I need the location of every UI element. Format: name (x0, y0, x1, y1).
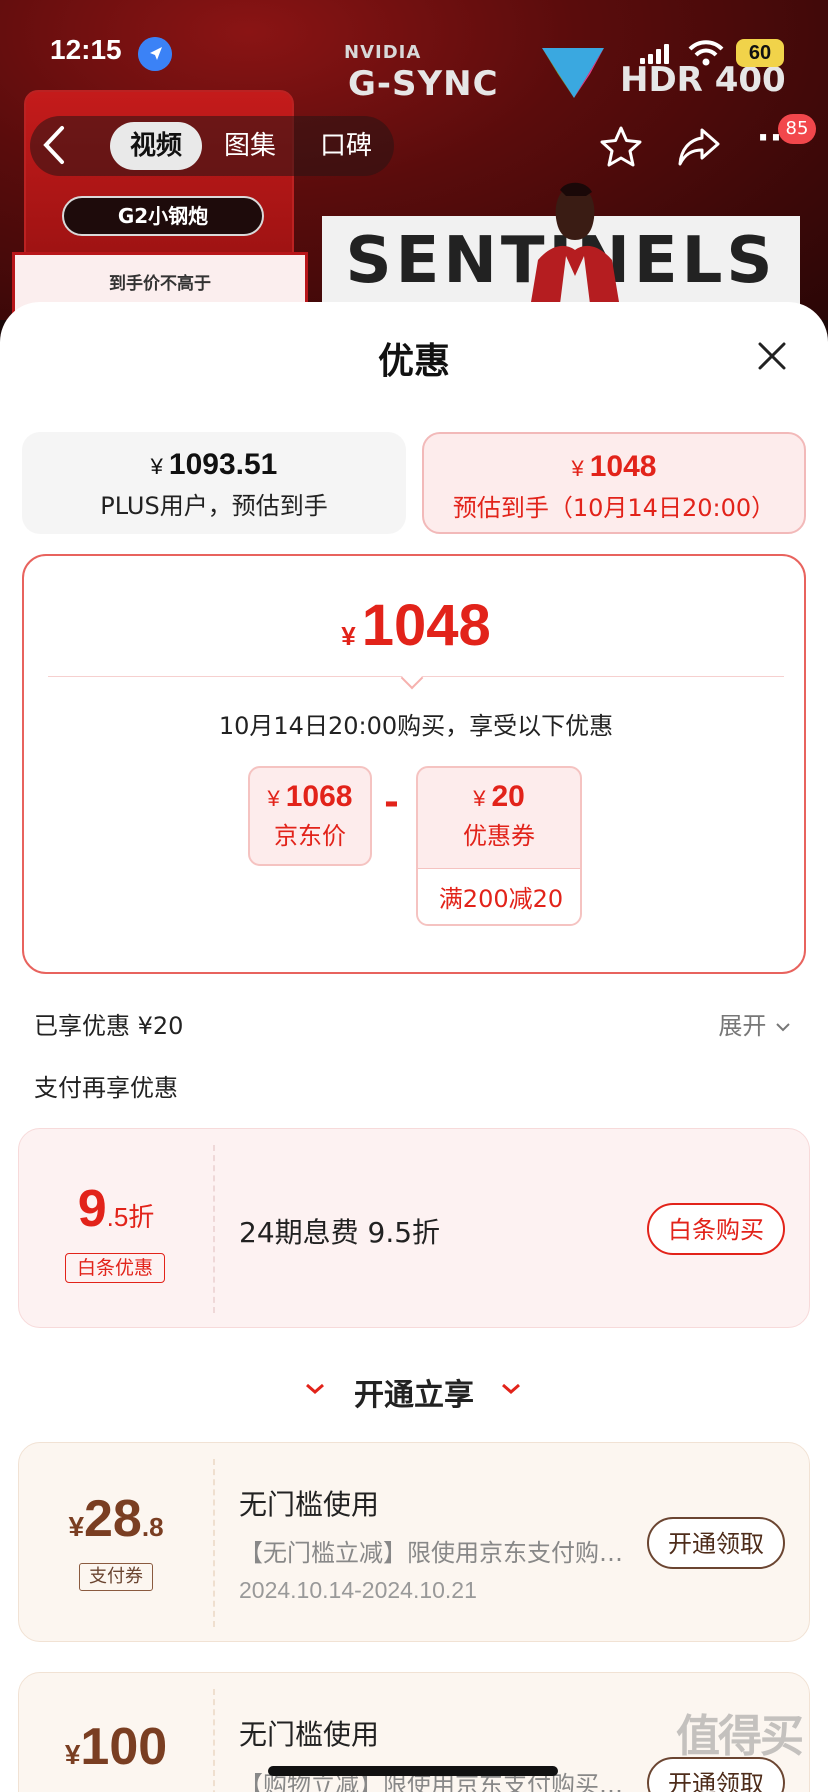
card-separator (213, 1689, 215, 1792)
jd-price-label: 京东价 (274, 822, 346, 850)
tab-reviews[interactable]: 口碑 (306, 116, 386, 176)
coupon-amount-int: 100 (80, 1718, 168, 1776)
favorite-star-icon[interactable] (598, 124, 644, 170)
discount-sheet: 优惠 ¥1093.51 PLUS用户，预估到手 ¥1048 预估到手（10月14… (0, 302, 828, 1792)
currency-symbol: ¥ (150, 454, 163, 479)
coupon-label: 优惠券 (463, 822, 535, 850)
coupon-chip: ¥20 优惠券 满200减20 (416, 766, 582, 926)
divider-notch (400, 666, 424, 690)
jd-price-chip: ¥1068 京东价 (248, 766, 372, 866)
coupon-date: 2024.10.14-2024.10.21 (239, 1577, 477, 1603)
price-option-plus[interactable]: ¥1093.51 PLUS用户，预估到手 (22, 432, 406, 534)
watermark: 值得买 (676, 1711, 804, 1762)
coupon-amount: ¥28.8 (19, 1489, 213, 1549)
section-title: 开通立享 (354, 1378, 474, 1413)
currency-symbol: ¥ (267, 786, 280, 811)
coupon-title: 无门槛使用 (239, 1488, 380, 1521)
sheet-title: 优惠 (377, 341, 450, 382)
tab-gallery[interactable]: 图集 (210, 116, 290, 176)
rate-main: 9 (77, 1180, 107, 1238)
activate-claim-button[interactable]: 开通领取 (647, 1517, 785, 1569)
promo-paper-text: 到手价不高于 (109, 274, 211, 294)
pay-more-heading: 支付再享优惠 (34, 1074, 178, 1102)
option-subtitle: 预估到手（10月14日20:00） (452, 494, 776, 522)
currency-symbol: ¥ (68, 1511, 85, 1542)
chevron-down-icon (776, 1023, 790, 1032)
message-count-badge: 85 (778, 114, 816, 144)
nvidia-logo-text: NVIDIA (344, 42, 422, 63)
close-icon[interactable] (752, 336, 792, 376)
battery-indicator: 60 (736, 39, 784, 67)
enjoyed-discount: 已享优惠 ¥20 (34, 1012, 184, 1040)
wifi-icon (688, 40, 724, 66)
baitiao-tag: 白条优惠 (65, 1253, 165, 1283)
jd-price-value: 1068 (285, 780, 353, 813)
character-figure (528, 182, 622, 320)
baitiao-offer-card: 9.5折 白条优惠 24期息费 9.5折 白条购买 (18, 1128, 810, 1328)
coupon-condition: 满200减20 (418, 868, 580, 924)
price-option-scheduled[interactable]: ¥1048 预估到手（10月14日20:00） (422, 432, 806, 534)
option-price: 1093.51 (168, 448, 278, 481)
promo-name-pill: G2小钢炮 (62, 196, 264, 236)
currency-symbol: ¥ (473, 786, 486, 811)
vesa-certified-logo (542, 48, 604, 98)
baitiao-rate: 9.5折 (19, 1179, 213, 1239)
currency-symbol: ¥ (64, 1739, 81, 1770)
option-price: 1048 (589, 450, 657, 483)
purchase-note: 10月14日20:00购买，享受以下优惠 (218, 712, 614, 740)
back-arrow-icon[interactable] (34, 120, 74, 170)
cellular-signal-icon (640, 44, 669, 64)
expand-toggle[interactable]: 展开 (718, 1006, 792, 1041)
option-subtitle: PLUS用户，预估到手 (100, 492, 328, 520)
home-indicator[interactable] (268, 1766, 558, 1776)
payment-coupon-card: ¥28.8 支付券 无门槛使用 【无门槛立减】限使用京东支付购买指定商品 202… (18, 1442, 810, 1642)
tab-video[interactable]: 视频 (110, 122, 202, 170)
rate-sub: .5折 (106, 1202, 155, 1232)
coupon-desc: 【无门槛立减】限使用京东支付购买指定商品 (239, 1539, 639, 1567)
baitiao-desc: 24期息费 9.5折 (239, 1216, 441, 1249)
minus-sign: - (384, 782, 399, 823)
price-breakdown-box: ¥1048 10月14日20:00购买，享受以下优惠 ¥1068 京东价 - ¥… (22, 554, 806, 974)
status-time: 12:15 (50, 34, 122, 65)
gsync-logo-text: G-SYNC (348, 64, 499, 104)
expand-label: 展开 (718, 1012, 767, 1040)
final-price: ¥1048 (24, 592, 808, 659)
currency-symbol: ¥ (571, 456, 584, 481)
share-arrow-icon[interactable] (676, 126, 722, 168)
card-separator (213, 1459, 215, 1627)
coupon-amount-dec: .8 (141, 1512, 164, 1542)
coupon-type-tag: 支付券 (79, 1563, 153, 1591)
coupon-title: 无门槛使用 (239, 1718, 380, 1751)
chevron-down-icon (502, 1383, 520, 1394)
baitiao-buy-button[interactable]: 白条购买 (647, 1203, 785, 1255)
final-price-value: 1048 (361, 593, 491, 658)
coupon-amount: ¥100 (19, 1717, 213, 1777)
currency-symbol: ¥ (341, 621, 356, 651)
coupon-value: 20 (491, 780, 525, 813)
location-arrow-icon (138, 37, 172, 71)
coupon-amount-int: 28 (84, 1490, 142, 1548)
card-separator (213, 1145, 215, 1313)
